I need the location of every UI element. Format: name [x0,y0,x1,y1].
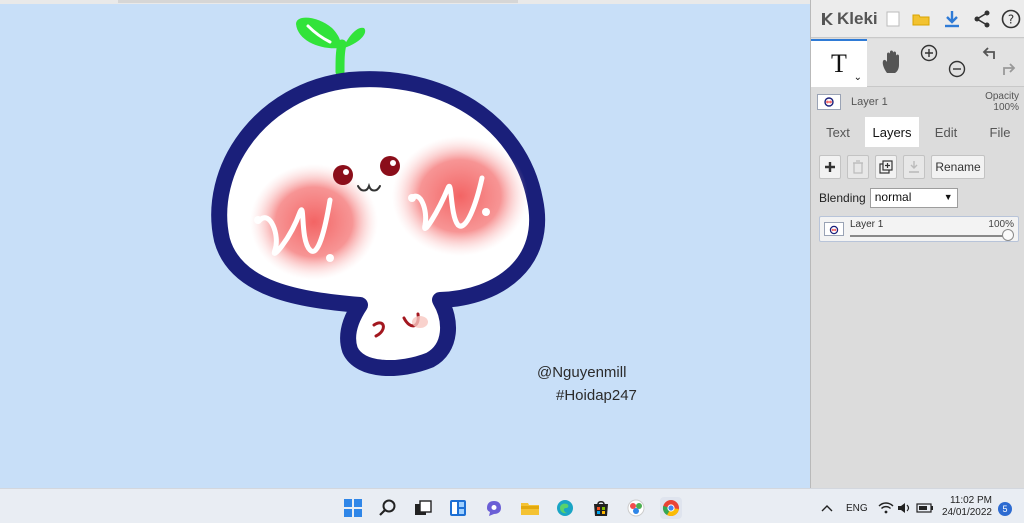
blending-select[interactable]: normal ▼ [869,188,958,208]
side-panel: Kleki ? T ⌄ Layer 1 Opacity 100% Text La… [810,0,1024,488]
layer-list-item[interactable]: Layer 1 100% [819,216,1019,242]
sprout-leaf-left [296,17,341,49]
zoom-in-icon[interactable] [919,43,939,63]
download-icon[interactable] [942,9,962,29]
delete-layer-button[interactable] [847,155,869,179]
app-name: Kleki [837,9,878,28]
current-layer-preview: Layer 1 Opacity 100% [811,88,1024,116]
layer-thumbnail [817,94,841,110]
app-window: @Nguyenmill #Hoidap247 Kleki ? T ⌄ Layer… [0,0,1024,523]
clock-time: 11:02 PM [949,495,992,506]
text-tool-button[interactable]: T ⌄ [811,39,867,87]
tab-edit[interactable]: Edit [925,117,967,147]
photos-app-icon[interactable] [625,497,647,519]
share-icon[interactable] [972,9,992,29]
hand-tool-icon[interactable] [877,47,907,77]
help-icon[interactable]: ? [1001,9,1021,29]
chevron-down-icon: ▼ [943,192,953,202]
layer-opacity-slider[interactable] [850,235,1006,237]
current-layer-opacity: Opacity 100% [985,91,1019,113]
mushroom-drawing [211,17,545,376]
kleki-logo: Kleki [819,9,878,29]
system-clock[interactable]: 11:02 PM 24/01/2022 [938,495,992,519]
tab-text[interactable]: Text [817,117,859,147]
layer-actions: Rename [811,150,1024,184]
kleki-logo-icon [822,13,833,25]
layer-opacity-slider-handle[interactable] [1002,229,1014,241]
open-folder-icon[interactable] [911,9,931,29]
chevron-down-icon[interactable]: ⌄ [854,72,862,83]
taskbar: ENG 11:02 PM 24/01/2022 5 [0,488,1024,523]
drawing-canvas[interactable]: @Nguyenmill #Hoidap247 [0,0,810,488]
eye-left [333,165,353,185]
merge-down-button[interactable] [903,155,925,179]
battery-icon[interactable] [916,497,934,519]
clock-date: 24/01/2022 [941,507,992,518]
sprout-leaf-right [344,27,366,48]
tool-row: T ⌄ [811,39,1024,87]
tab-file[interactable]: File [979,117,1021,147]
add-layer-button[interactable] [819,155,841,179]
trash-icon [853,160,863,174]
wifi-icon[interactable] [878,497,894,519]
new-file-icon[interactable] [883,9,903,29]
text-tool-icon: T [831,49,847,78]
tab-layers[interactable]: Layers [865,117,919,147]
notification-badge[interactable]: 5 [998,502,1012,516]
search-icon[interactable] [377,497,399,519]
windows-start-icon[interactable] [342,497,364,519]
edge-browser-icon[interactable] [554,497,576,519]
widgets-icon[interactable] [447,497,469,519]
volume-icon[interactable] [897,497,913,519]
rename-layer-button[interactable]: Rename [931,155,985,179]
watermark-hashtag: #Hoidap247 [556,387,637,404]
panel-header: Kleki ? [811,0,1024,38]
svg-text:?: ? [1008,13,1014,27]
chevron-up-icon[interactable] [820,497,834,519]
current-layer-name: Layer 1 [851,96,888,108]
chat-icon[interactable] [483,497,505,519]
blending-row: Blending normal ▼ [819,188,958,208]
store-icon[interactable] [590,497,612,519]
redo-icon[interactable] [999,59,1019,79]
watermark-handle: @Nguyenmill [537,364,627,381]
duplicate-icon [879,160,893,174]
file-explorer-icon[interactable] [519,497,541,519]
blending-label: Blending [819,191,866,205]
eye-right [380,156,400,176]
layer-opacity: 100% [988,219,1014,230]
sprout-stem [335,39,347,77]
zoom-out-icon[interactable] [947,59,967,79]
undo-icon[interactable] [979,43,999,63]
language-indicator[interactable]: ENG [846,503,868,514]
layer-thumbnail [824,222,844,236]
chrome-browser-icon[interactable] [660,497,682,519]
layer-name: Layer 1 [850,219,884,230]
duplicate-layer-button[interactable] [875,155,897,179]
plus-icon [825,162,835,172]
panel-tabs: Text Layers Edit File [811,117,1024,147]
task-view-icon[interactable] [412,497,434,519]
merge-down-icon [909,161,919,173]
